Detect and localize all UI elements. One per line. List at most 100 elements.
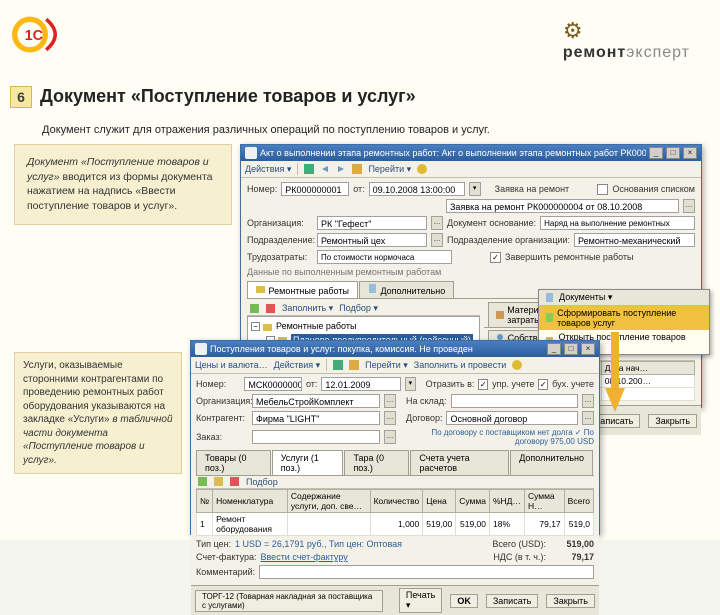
act-date-field[interactable]: 09.10.2008 13:00:00 [369,182,465,196]
close-button[interactable]: × [581,343,595,355]
tab-accounts[interactable]: Счета учета расчетов [410,450,509,475]
tab-additional[interactable]: Дополнительно [359,281,454,298]
comment-field[interactable] [259,565,594,579]
deal-field[interactable]: Основной договор [446,411,578,425]
actions-menu[interactable]: Действия ▾ [274,360,320,371]
pick-button[interactable]: Подбор [246,477,278,487]
maximize-button[interactable]: □ [666,147,680,159]
contractor-dropdown-icon[interactable]: … [384,411,396,425]
minimize-button[interactable]: _ [547,343,561,355]
grid-row: 1Ремонт оборудования1,000519,00519,0018%… [197,513,594,536]
docbase-field[interactable]: Наряд на выполнение ремонтных работ РК00… [540,216,695,230]
window-act-toolbar: Действия ▾ Перейти ▾ [241,161,701,178]
receipt-org-field[interactable]: МебельСтройКомплект завод [252,394,380,408]
goto-menu[interactable]: Перейти ▾ [368,164,411,175]
nds-value: 79,17 [550,552,594,562]
delete-icon[interactable] [266,304,276,314]
price-currency-button[interactable]: Цены и валюта… [195,360,268,370]
logo-remont: ⚙ ремонтэксперт [563,18,690,62]
close-button[interactable]: Закрыть [546,594,595,608]
help-icon[interactable] [512,360,522,370]
price-type-link[interactable]: 1 USD = 26,1791 руб., Тип цен: Оптовая [235,539,402,549]
ok-button[interactable]: OK [450,594,478,608]
date-picker-icon[interactable]: ▾ [405,377,416,391]
act-unit-field[interactable]: Ремонтный цех [317,233,427,247]
redo-icon[interactable] [336,164,346,174]
torg12-button[interactable]: ТОРГ-12 (Товарная накладная за поставщик… [195,590,383,612]
unit-dropdown-icon[interactable]: … [431,233,443,247]
mgmt-accounting-checkbox[interactable]: ✓ [478,379,488,390]
act-unitorg-field[interactable]: Ремонтно-механический цех [574,233,695,247]
fin-accounting-checkbox[interactable]: ✓ [538,379,548,390]
services-grid[interactable]: №НоменклатураСодержание услуги, доп. све… [196,489,594,536]
order-dropdown-icon[interactable]: … [683,199,695,213]
help-icon[interactable] [417,164,427,174]
org-dropdown-icon[interactable]: … [384,394,396,408]
order-dropdown-icon[interactable]: … [384,430,396,444]
save-icon[interactable] [304,164,314,174]
basis-list-checkbox[interactable] [597,184,608,195]
gear-icon: ⚙ [563,18,584,43]
form-icon [245,147,257,159]
delete-icon[interactable] [230,477,240,487]
edit-icon[interactable] [214,477,224,487]
maximize-button[interactable]: □ [564,343,578,355]
logo-1c: 1С [12,10,66,60]
doc-new-icon [545,313,553,323]
add-icon[interactable] [250,304,260,314]
add-icon[interactable] [198,477,208,487]
receipt-number-field[interactable]: МСК00000001 [244,377,302,391]
receipt-date-field[interactable]: 12.01.2009 17:40:40 [321,377,401,391]
tab-services[interactable]: Услуги (1 поз.) [272,450,344,475]
tree-expand-icon[interactable]: − [251,322,260,331]
tab-more[interactable]: Дополнительно [510,450,593,475]
contractor-field[interactable]: Фирма "LIGHT" [252,411,380,425]
actions-menu[interactable]: Действия ▾ [245,164,291,175]
popup-header[interactable]: Документы ▾ [539,290,709,306]
callout-note-2: Услуги, оказываемые сторонними контраген… [14,352,182,474]
minimize-button[interactable]: _ [649,147,663,159]
folder-icon [263,322,273,332]
fill-menu[interactable]: Заполнить ▾ [282,303,333,314]
select-menu[interactable]: Подбор ▾ [339,303,378,314]
slide-description: Документ служит для отражения различных … [42,124,490,136]
window-receipt-titlebar[interactable]: Поступления товаров и услуг: покупка, ко… [191,341,599,357]
order-field[interactable] [252,430,380,444]
close-button[interactable]: × [683,147,697,159]
close-button[interactable]: Закрыть [648,414,697,428]
save-icon[interactable] [333,360,343,370]
tab-repair-works[interactable]: Ремонтные работы [247,281,358,298]
act-org-field[interactable]: РК "Гефест" [317,216,427,230]
section-header: Данные по выполненным ремонтным работам [247,267,695,277]
act-number-field[interactable]: РК000000001 [281,182,349,196]
post-icon[interactable] [349,360,359,370]
org-dropdown-icon[interactable]: … [431,216,443,230]
warehouse-dropdown-icon[interactable]: … [582,394,594,408]
slide-title: Документ «Поступление товаров и услуг» [40,86,416,107]
window-act-title: Акт о выполнении этапа ремонтных работ: … [260,148,646,158]
popup-item-create-receipt[interactable]: Сформировать поступление товаров услуг [539,306,709,330]
act-number-label: Номер: [247,184,277,194]
slide-number: 6 [10,86,32,108]
fill-and-post-button[interactable]: Заполнить и провести [414,360,506,370]
doc-icon [368,284,378,294]
act-order-field[interactable]: Заявка на ремонт РК000000004 от 08.10.20… [446,199,679,213]
svg-text:1С: 1С [25,28,43,44]
enter-invoice-link[interactable]: Ввести счет-фактуру [261,552,348,562]
save-button[interactable]: Записать [486,594,538,608]
undo-icon[interactable] [320,164,330,174]
labor-field[interactable]: По стоимости нормочаса сотрудника [317,250,452,264]
post-icon[interactable] [352,164,362,174]
finish-checkbox[interactable]: ✓ [490,252,501,263]
window-receipt: Поступления товаров и услуг: покупка, ко… [190,340,600,535]
window-act-titlebar[interactable]: Акт о выполнении этапа ремонтных работ: … [241,145,701,161]
warehouse-field[interactable] [451,394,578,408]
form-icon [195,343,207,355]
act-order-label: Заявка на ремонт [495,184,570,194]
goto-menu[interactable]: Перейти ▾ [365,360,408,371]
date-picker-icon[interactable]: ▾ [469,182,481,196]
print-button[interactable]: Печать ▾ [399,588,443,613]
tab-goods[interactable]: Товары (0 поз.) [196,450,271,475]
tab-tare[interactable]: Тара (0 поз.) [344,450,409,475]
deal-dropdown-icon[interactable]: … [582,411,594,425]
